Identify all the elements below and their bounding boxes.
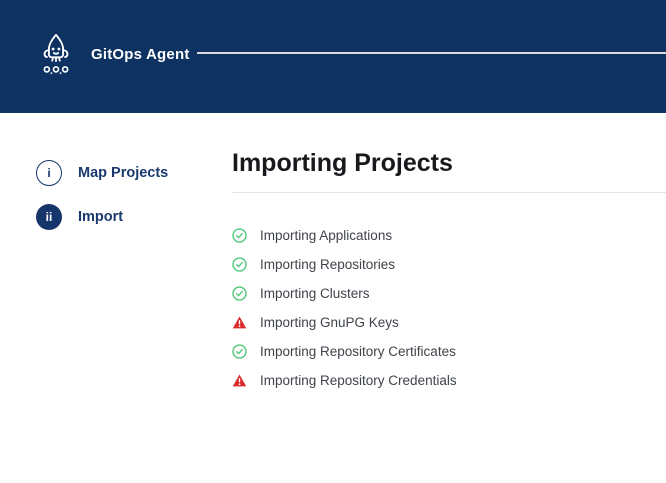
import-item-label: Importing Applications — [260, 228, 392, 243]
title-divider — [232, 192, 666, 193]
step-import[interactable]: ii Import — [36, 204, 226, 230]
wizard-steps-sidebar: i Map Projects ii Import — [36, 160, 226, 230]
import-item-label: Importing GnuPG Keys — [260, 315, 399, 330]
import-status-item: Importing GnuPG Keys — [232, 308, 666, 337]
step-2-label: Import — [78, 209, 123, 225]
error-warning-triangle-icon — [232, 315, 247, 330]
argo-octopus-icon — [36, 32, 76, 76]
import-status-list: Importing Applications Importing Reposit… — [232, 221, 666, 395]
success-check-circle-icon — [232, 286, 247, 301]
success-check-circle-icon — [232, 344, 247, 359]
page-title: Importing Projects — [232, 148, 666, 179]
step-2-indicator: ii — [36, 204, 62, 230]
error-warning-triangle-icon — [232, 373, 247, 388]
import-status-item: Importing Applications — [232, 221, 666, 250]
step-1-indicator: i — [36, 160, 62, 186]
import-item-label: Importing Repositories — [260, 257, 395, 272]
brand: GitOps Agent — [36, 32, 190, 76]
success-check-circle-icon — [232, 257, 247, 272]
import-item-label: Importing Repository Certificates — [260, 344, 456, 359]
import-status-item: Importing Repositories — [232, 250, 666, 279]
import-item-label: Importing Repository Credentials — [260, 373, 457, 388]
import-item-label: Importing Clusters — [260, 286, 370, 301]
step-1-label: Map Projects — [78, 165, 168, 181]
app-title: GitOps Agent — [91, 46, 190, 63]
main-content: Importing Projects Importing Application… — [232, 0, 666, 395]
import-status-item: Importing Clusters — [232, 279, 666, 308]
import-status-item: Importing Repository Certificates — [232, 337, 666, 366]
import-status-item: Importing Repository Credentials — [232, 366, 666, 395]
success-check-circle-icon — [232, 228, 247, 243]
step-map-projects[interactable]: i Map Projects — [36, 160, 226, 186]
